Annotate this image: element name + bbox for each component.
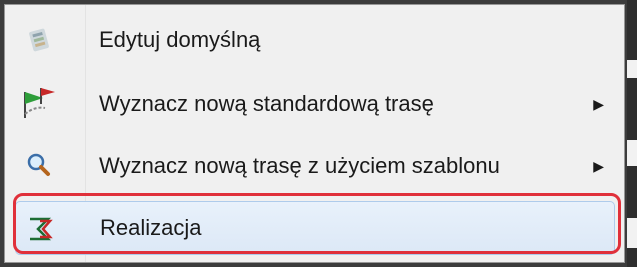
submenu-arrow-icon: ▶ [593, 158, 604, 174]
route-flags-icon [23, 88, 55, 120]
magnifier-icon [23, 150, 55, 182]
submenu-arrow-icon: ▶ [593, 96, 604, 112]
menu-item-new-route-template[interactable]: Wyznacz nową trasę z użyciem szablonu ▶ [7, 137, 622, 195]
menu-item-edit-default[interactable]: Edytuj domyślną [7, 11, 622, 69]
menu-item-label: Wyznacz nową standardową trasę [99, 91, 434, 116]
background-cell [627, 218, 637, 248]
menu-item-label: Realizacja [100, 215, 202, 240]
background-cell [627, 60, 637, 78]
background-window-edge [627, 0, 637, 267]
menu-item-label: Edytuj domyślną [99, 27, 261, 52]
realization-icon [24, 213, 56, 245]
edit-map-icon [23, 24, 55, 56]
menu-item-label: Wyznacz nową trasę z użyciem szablonu [99, 153, 500, 178]
menu-item-new-standard-route[interactable]: Wyznacz nową standardową trasę ▶ [7, 75, 622, 133]
context-menu: Edytuj domyślną Wyznacz nową standardową… [4, 4, 625, 263]
background-cell [627, 140, 637, 166]
menu-item-realization[interactable]: Realizacja [15, 201, 615, 255]
